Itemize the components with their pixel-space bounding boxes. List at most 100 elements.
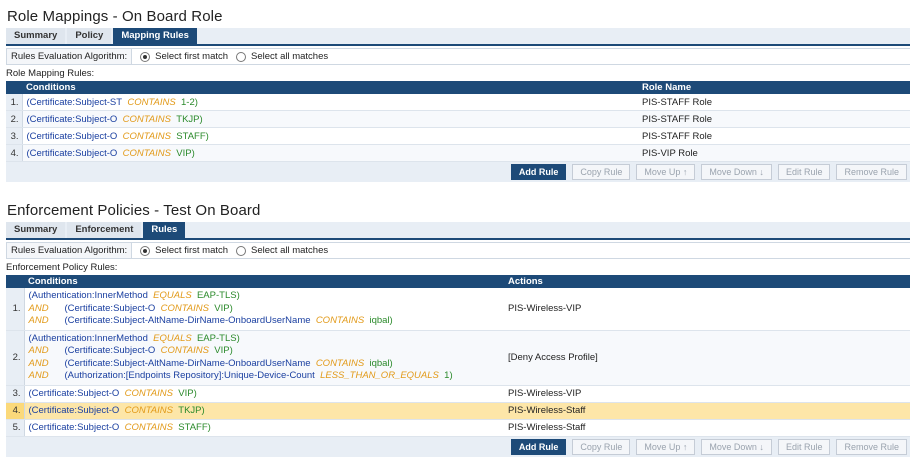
move-up-button[interactable]: Move Up ↑ (636, 164, 696, 180)
row-action: PIS-Wireless-Staff (504, 402, 910, 420)
tab-summary[interactable]: Summary (6, 222, 66, 238)
condition-operator: LESS_THAN_OR_EQUALS (320, 370, 439, 381)
table-row[interactable]: 2. (Authentication:InnerMethod EQUALS EA… (6, 330, 910, 386)
add-rule-button[interactable]: Add Rule (510, 438, 567, 455)
row-number: 2. (6, 110, 23, 128)
row-condition: (Authentication:InnerMethod EQUALS EAP-T… (24, 288, 504, 331)
tab-mapping-rules[interactable]: Mapping Rules (113, 28, 197, 44)
tab-bar: Summary Enforcement Rules (6, 222, 910, 240)
table-row[interactable]: 4. (Certificate:Subject-O CONTAINS VIP) … (6, 144, 910, 162)
condition-value: STAFF) (176, 130, 209, 142)
row-number: 2. (6, 330, 25, 386)
copy-rule-button[interactable]: Copy Rule (572, 164, 631, 180)
header-num (6, 275, 24, 288)
condition-attribute: (Certificate:Subject-O (26, 147, 118, 159)
tab-enforcement[interactable]: Enforcement (67, 222, 142, 238)
move-up-button[interactable]: Move Up ↑ (636, 438, 696, 455)
copy-rule-button[interactable]: Copy Rule (572, 438, 631, 455)
rule-toolbar: Add Rule Copy Rule Move Up ↑ Move Down ↓… (6, 162, 910, 182)
condition-attribute: (Authorization:[Endpoints Repository]:Un… (64, 370, 315, 381)
row-number: 4. (6, 144, 23, 162)
condition-operator: EQUALS (153, 332, 192, 344)
condition-value: 1-2) (181, 96, 198, 108)
row-number: 4. (6, 402, 25, 420)
condition-value: VIP) (214, 302, 233, 314)
row-action: [Deny Access Profile] (504, 330, 910, 386)
edit-rule-button[interactable]: Edit Rule (777, 164, 831, 180)
condition-operator: CONTAINS (122, 147, 171, 159)
row-role: PIS-STAFF Role (638, 94, 910, 111)
remove-rule-button[interactable]: Remove Rule (836, 438, 907, 455)
move-down-button[interactable]: Move Down ↓ (701, 438, 772, 455)
tab-summary[interactable]: Summary (6, 28, 66, 44)
and-operator: AND (28, 315, 49, 326)
radio-first-match[interactable]: Select first match (140, 245, 228, 256)
condition-value: iqbal) (369, 357, 393, 369)
remove-rule-button[interactable]: Remove Rule (836, 164, 907, 180)
row-condition: (Certificate:Subject-O CONTAINS VIP) (22, 144, 638, 162)
row-condition: (Certificate:Subject-O CONTAINS TKJP) (22, 110, 638, 128)
condition-attribute: (Authentication:InnerMethod (28, 332, 148, 344)
algorithm-label: Rules Evaluation Algorithm: (7, 49, 133, 64)
and-operator: AND (28, 302, 49, 314)
enforcement-policies-section: Enforcement Policies - Test On Board Sum… (0, 198, 910, 463)
evaluation-algorithm: Rules Evaluation Algorithm: Select first… (6, 48, 910, 65)
condition-value: EAP-TLS) (196, 332, 240, 344)
row-condition: (Certificate:Subject-O CONTAINS STAFF) (22, 127, 638, 145)
header-conditions: Conditions (24, 275, 504, 288)
row-condition: (Authentication:InnerMethod EQUALS EAP-T… (24, 330, 504, 386)
condition-value: EAP-TLS) (196, 290, 240, 301)
table-row[interactable]: 3. (Certificate:Subject-O CONTAINS STAFF… (6, 127, 910, 145)
condition-operator: CONTAINS (124, 422, 173, 433)
condition-value: iqbal) (369, 315, 393, 326)
condition-operator: CONTAINS (315, 315, 365, 326)
condition-attribute: (Certificate:Subject-O (64, 345, 156, 356)
condition-operator: CONTAINS (315, 357, 365, 369)
table-row[interactable]: 2. (Certificate:Subject-O CONTAINS TKJP)… (6, 110, 910, 128)
row-number: 1. (6, 94, 23, 111)
row-condition: (Certificate:Subject-O CONTAINS TKJP) (24, 402, 504, 420)
condition-attribute: (Certificate:Subject-AltName-DirName-Onb… (64, 357, 311, 369)
edit-rule-button[interactable]: Edit Rule (777, 438, 831, 455)
page-title: Role Mappings - On Board Role (7, 8, 223, 25)
radio-first-match[interactable]: Select first match (140, 51, 228, 62)
role-mapping-table: Conditions Role Name 1. (Certificate:Sub… (6, 81, 910, 162)
row-action: PIS-Wireless-VIP (504, 385, 910, 403)
row-condition: (Certificate:Subject-ST CONTAINS 1-2) (22, 94, 638, 111)
condition-value: VIP) (214, 345, 233, 356)
condition-value: 1) (444, 370, 453, 381)
tab-policy[interactable]: Policy (67, 28, 112, 44)
and-operator: AND (28, 370, 49, 381)
table-row[interactable]: 1. (Certificate:Subject-ST CONTAINS 1-2)… (6, 94, 910, 111)
row-condition: (Certificate:Subject-O CONTAINS STAFF) (24, 419, 504, 437)
condition-attribute: (Certificate:Subject-O (26, 130, 118, 142)
radio-label: Select all matches (251, 245, 329, 256)
condition-operator: CONTAINS (127, 96, 176, 108)
row-role: PIS-VIP Role (638, 144, 910, 162)
condition-operator: CONTAINS (160, 302, 209, 314)
row-condition: (Certificate:Subject-O CONTAINS VIP) (24, 385, 504, 403)
condition-attribute: (Certificate:Subject-O (28, 388, 120, 399)
tab-bar: Summary Policy Mapping Rules (6, 28, 910, 46)
radio-selected-icon (140, 245, 151, 256)
condition-operator: CONTAINS (160, 345, 209, 356)
rule-toolbar: Add Rule Copy Rule Move Up ↑ Move Down ↓… (6, 436, 910, 457)
add-rule-button[interactable]: Add Rule (510, 164, 567, 180)
condition-attribute: (Certificate:Subject-ST (26, 96, 123, 108)
radio-label: Select all matches (251, 51, 329, 62)
tab-rules[interactable]: Rules (143, 222, 186, 238)
condition-attribute: (Certificate:Subject-AltName-DirName-Onb… (64, 315, 311, 326)
role-mappings-section: Role Mappings - On Board Role Summary Po… (0, 0, 910, 198)
enforcement-rules-table: Conditions Actions 1. (Authentication:In… (6, 275, 910, 437)
condition-value: TKJP) (176, 113, 203, 125)
move-down-button[interactable]: Move Down ↓ (701, 164, 772, 180)
table-row[interactable]: 1. (Authentication:InnerMethod EQUALS EA… (6, 288, 910, 331)
radio-all-matches[interactable]: Select all matches (236, 51, 328, 62)
table-row[interactable]: 3. (Certificate:Subject-O CONTAINS VIP) … (6, 385, 910, 403)
condition-operator: CONTAINS (122, 130, 171, 142)
condition-attribute: (Certificate:Subject-O (64, 302, 156, 314)
table-row-selected[interactable]: 4. (Certificate:Subject-O CONTAINS TKJP)… (6, 402, 910, 420)
row-number: 5. (6, 419, 25, 437)
table-row[interactable]: 5. (Certificate:Subject-O CONTAINS STAFF… (6, 419, 910, 437)
radio-all-matches[interactable]: Select all matches (236, 245, 328, 256)
